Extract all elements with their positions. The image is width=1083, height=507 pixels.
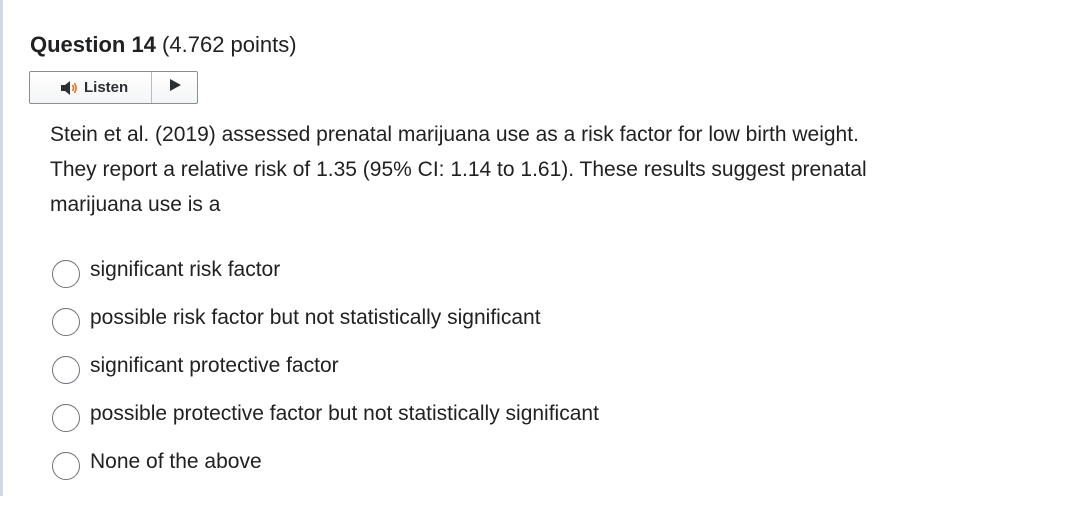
radio-button[interactable] xyxy=(52,260,80,288)
speaker-icon xyxy=(60,80,78,96)
play-icon xyxy=(168,78,182,97)
answer-option[interactable]: significant risk factor xyxy=(52,250,599,298)
listen-button[interactable]: Listen xyxy=(30,72,152,103)
radio-button[interactable] xyxy=(52,308,80,336)
question-title: Question 14 xyxy=(30,32,156,57)
answer-option[interactable]: significant protective factor xyxy=(52,346,599,394)
question-prompt: Stein et al. (2019) assessed prenatal ma… xyxy=(50,123,867,216)
radio-button[interactable] xyxy=(52,356,80,384)
listen-label: Listen xyxy=(84,79,129,96)
answer-label: None of the above xyxy=(90,450,262,473)
answer-options: significant risk factor possible risk fa… xyxy=(52,250,599,490)
radio-button[interactable] xyxy=(52,452,80,480)
answer-label: possible risk factor but not statistical… xyxy=(90,306,541,329)
answer-label: significant risk factor xyxy=(90,258,281,281)
question-header: Question 14 (4.762 points) xyxy=(30,30,297,60)
answer-option[interactable]: possible risk factor but not statistical… xyxy=(52,298,599,346)
read-aloud-toolbar: Listen xyxy=(29,71,198,104)
answer-option[interactable]: possible protective factor but not stati… xyxy=(52,394,599,442)
answer-option[interactable]: None of the above xyxy=(52,442,599,490)
radio-button[interactable] xyxy=(52,404,80,432)
play-button[interactable] xyxy=(152,72,197,103)
answer-label: significant protective factor xyxy=(90,354,339,377)
quiz-page: Question 14 (4.762 points) Listen Stein … xyxy=(0,0,1083,507)
left-divider xyxy=(0,0,3,496)
question-points: (4.762 points) xyxy=(162,32,297,57)
answer-label: possible protective factor but not stati… xyxy=(90,402,599,425)
